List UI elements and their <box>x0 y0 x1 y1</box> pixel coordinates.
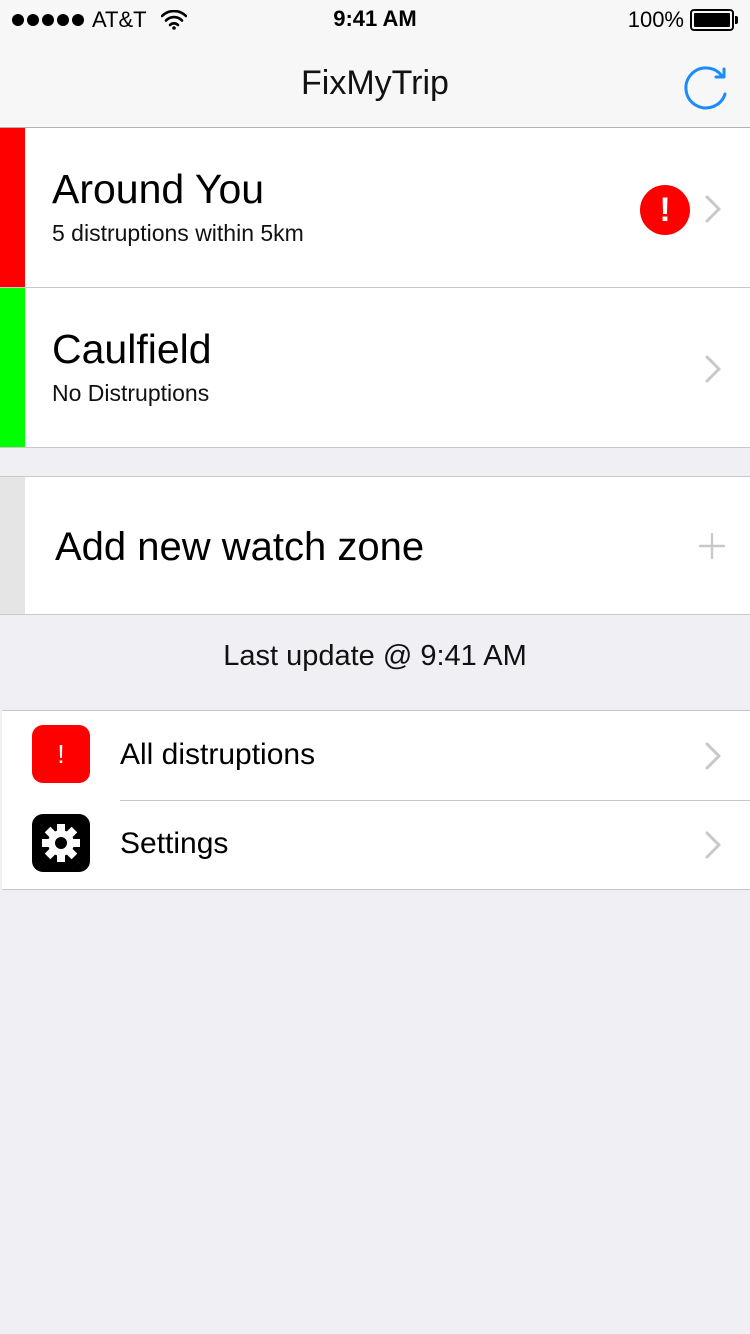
zone-title: Caulfield <box>52 326 212 372</box>
add-watch-zone-button[interactable]: Add new watch zone <box>0 476 750 615</box>
battery-percentage: 100% <box>627 7 684 32</box>
zone-status-strip <box>0 128 25 287</box>
menu-item-label: Settings <box>120 827 229 860</box>
chevron-right-icon <box>705 742 721 770</box>
zone-status-strip <box>0 288 25 447</box>
gear-icon <box>32 814 90 872</box>
zone-subtitle: No Distruptions <box>52 380 210 406</box>
zone-row-around-you[interactable]: Around You 5 distruptions within 5km <box>0 128 750 288</box>
zone-subtitle: 5 distruptions within 5km <box>52 220 304 246</box>
battery-icon <box>690 9 738 31</box>
alert-icon: ! <box>32 725 90 783</box>
add-watch-zone-label: Add new watch zone <box>55 525 425 569</box>
screen: AT&T 9:41 AM 100% FixMyTrip Around You 5… <box>0 0 750 1334</box>
chevron-right-icon <box>705 355 721 383</box>
watch-zone-list: Around You 5 distruptions within 5km Cau… <box>0 128 750 448</box>
menu-item-settings[interactable]: Settings <box>2 800 750 889</box>
status-right: 100% <box>628 7 738 33</box>
navigation-bar: FixMyTrip <box>0 40 750 128</box>
zone-title: Around You <box>52 166 265 212</box>
status-bar: AT&T 9:41 AM 100% <box>0 0 750 40</box>
plus-icon <box>699 533 725 559</box>
add-row-strip <box>0 477 25 614</box>
zone-row-caulfield[interactable]: Caulfield No Distruptions <box>0 288 750 448</box>
app-title: FixMyTrip <box>301 64 449 102</box>
menu-list: ! All distruptions Settings <box>2 710 750 890</box>
alert-icon: ! <box>640 185 690 235</box>
menu-item-all-distruptions[interactable]: ! All distruptions <box>2 711 750 801</box>
last-update-label: Last update @ 9:41 AM <box>223 640 527 672</box>
menu-item-label: All distruptions <box>120 738 316 771</box>
chevron-right-icon <box>705 195 721 223</box>
refresh-icon[interactable] <box>678 60 734 116</box>
chevron-right-icon <box>705 831 721 859</box>
